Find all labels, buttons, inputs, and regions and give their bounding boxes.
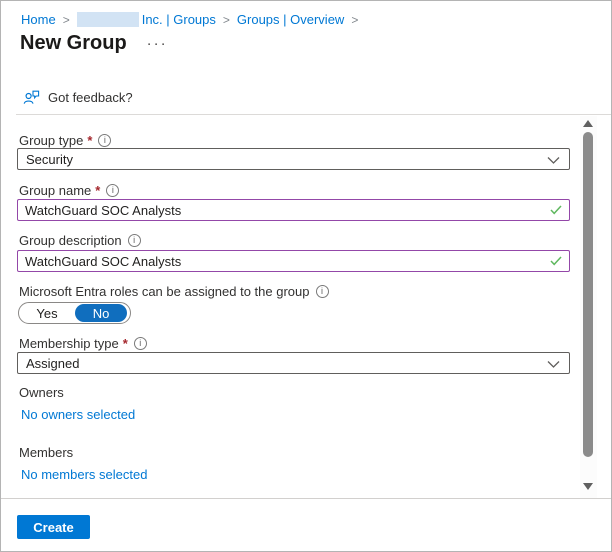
group-type-label-text: Group type [19,133,83,148]
title-row: New Group ··· [20,32,168,55]
scrollbar-up-button[interactable] [583,120,593,127]
entra-roles-toggle: Yes No [18,302,131,324]
owners-label-text: Owners [19,385,64,400]
chevron-down-icon [547,360,560,369]
group-description-field-wrap [17,250,570,272]
page-title: New Group [20,32,127,55]
redacted-tenant-name [77,12,139,27]
breadcrumb-org-crumb: Inc. | Groups [77,12,216,27]
group-name-field-wrap [17,199,570,221]
info-icon[interactable]: i [316,285,329,298]
group-name-label-text: Group name [19,183,91,198]
got-feedback-label: Got feedback? [48,90,133,105]
valid-check-icon [550,205,562,215]
chevron-down-icon [547,156,560,165]
membership-type-label: Membership type * i [19,336,147,351]
breadcrumb-separator: > [63,13,70,27]
scrollbar-thumb[interactable] [583,132,593,457]
required-asterisk: * [95,183,100,198]
group-name-input[interactable] [17,199,570,221]
no-owners-selected-link[interactable]: No owners selected [21,407,135,422]
membership-type-selected-value: Assigned [26,356,79,371]
footer-divider [1,498,612,499]
create-button[interactable]: Create [17,515,90,539]
more-menu-button[interactable]: ··· [147,34,168,54]
breadcrumb-groups-overview[interactable]: Groups | Overview [237,12,344,27]
new-group-panel: Home > Inc. | Groups > Groups | Overview… [0,0,612,552]
group-name-label: Group name * i [19,183,119,198]
info-icon[interactable]: i [128,234,141,247]
scrollbar [580,116,597,498]
info-icon[interactable]: i [98,134,111,147]
required-asterisk: * [87,133,92,148]
group-description-input[interactable] [17,250,570,272]
info-icon[interactable]: i [106,184,119,197]
membership-type-label-text: Membership type [19,336,119,351]
breadcrumb: Home > Inc. | Groups > Groups | Overview… [21,12,365,27]
membership-type-dropdown[interactable]: Assigned [17,352,570,374]
group-type-selected-value: Security [26,152,73,167]
breadcrumb-home[interactable]: Home [21,12,56,27]
required-asterisk: * [123,336,128,351]
group-type-dropdown[interactable]: Security [17,148,570,170]
toolbar-divider [16,114,612,115]
members-label: Members [19,445,73,460]
breadcrumb-separator: > [223,13,230,27]
toggle-no-option[interactable]: No [75,304,127,322]
owners-label: Owners [19,385,64,400]
breadcrumb-separator: > [351,13,358,27]
group-description-label: Group description i [19,233,141,248]
got-feedback-button[interactable]: Got feedback? [23,89,133,106]
breadcrumb-org-groups[interactable]: Inc. | Groups [142,12,216,27]
members-label-text: Members [19,445,73,460]
feedback-icon [23,89,40,106]
group-description-label-text: Group description [19,233,122,248]
no-members-selected-link[interactable]: No members selected [21,467,147,482]
scrollbar-down-button[interactable] [583,483,593,490]
info-icon[interactable]: i [134,337,147,350]
valid-check-icon [550,256,562,266]
entra-roles-label-text: Microsoft Entra roles can be assigned to… [19,284,310,299]
toggle-yes-option[interactable]: Yes [19,306,75,321]
group-type-label: Group type * i [19,133,111,148]
entra-roles-label: Microsoft Entra roles can be assigned to… [19,284,329,299]
